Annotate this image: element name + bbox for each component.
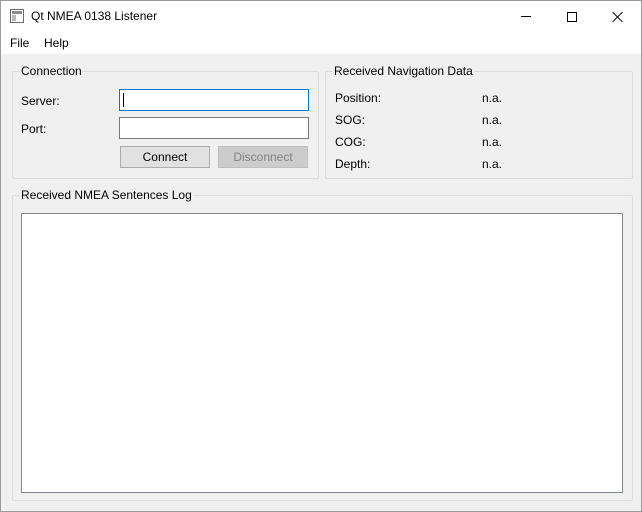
menu-bar: File Help bbox=[1, 32, 641, 54]
minimize-icon bbox=[521, 16, 531, 17]
port-input[interactable] bbox=[119, 117, 309, 139]
main-window: Qt NMEA 0138 Listener File Help Connecti… bbox=[0, 0, 642, 512]
connection-group-title: Connection bbox=[20, 64, 83, 78]
depth-label: Depth: bbox=[335, 157, 371, 171]
server-label: Server: bbox=[21, 94, 60, 108]
sog-value: n.a. bbox=[482, 113, 503, 127]
position-value: n.a. bbox=[482, 91, 503, 105]
title-bar[interactable]: Qt NMEA 0138 Listener bbox=[1, 1, 641, 32]
disconnect-button[interactable]: Disconnect bbox=[218, 146, 308, 168]
port-label: Port: bbox=[21, 122, 47, 136]
connect-button[interactable]: Connect bbox=[120, 146, 210, 168]
maximize-icon bbox=[567, 11, 577, 22]
menu-help[interactable]: Help bbox=[44, 36, 69, 50]
depth-value: n.a. bbox=[482, 157, 503, 171]
navigation-group: Received Navigation Data bbox=[325, 64, 633, 179]
app-window-icon bbox=[10, 9, 24, 23]
maximize-button[interactable] bbox=[549, 1, 595, 32]
window-title: Qt NMEA 0138 Listener bbox=[31, 9, 158, 23]
navigation-group-title: Received Navigation Data bbox=[333, 64, 474, 78]
nmea-log-group-title: Received NMEA Sentences Log bbox=[20, 188, 193, 202]
close-icon bbox=[612, 11, 624, 23]
cog-value: n.a. bbox=[482, 135, 503, 149]
cog-label: COG: bbox=[335, 135, 366, 149]
nmea-log-textarea[interactable] bbox=[21, 213, 623, 493]
server-input[interactable] bbox=[119, 89, 309, 111]
minimize-button[interactable] bbox=[503, 1, 549, 32]
close-button[interactable] bbox=[595, 1, 641, 32]
position-label: Position: bbox=[335, 91, 382, 105]
menu-file[interactable]: File bbox=[10, 36, 29, 50]
sog-label: SOG: bbox=[335, 113, 366, 127]
text-caret bbox=[123, 93, 124, 107]
